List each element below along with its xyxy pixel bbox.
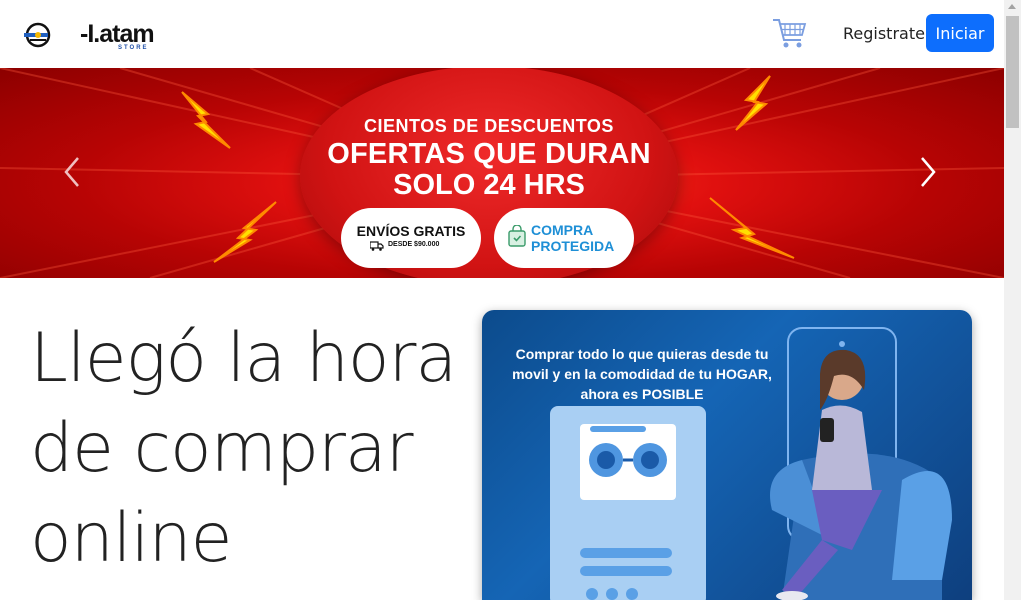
promo-caption: Comprar todo lo que quieras desde tu mov… [512,346,772,402]
register-link[interactable]: Registrate [843,24,925,43]
free-shipping-title: ENVÍOS GRATIS [356,223,466,239]
banner-headline-large-2: SOLO 24 HRS [393,169,585,201]
bolt-icon [735,75,771,131]
banner-headline-small: CIENTOS DE DESCUENTOS [300,116,678,137]
app-mockup-illustration [550,406,706,600]
cart-icon[interactable] [771,16,807,50]
chevron-right-icon[interactable] [914,154,940,190]
shopping-bag-icon [508,225,526,247]
brand-subtitle: STORE [118,45,149,51]
protected-purchase-title: COMPRA PROTEGIDA [531,222,615,254]
navbar: -I.atam STORE Registrate Iniciar [0,0,1004,68]
free-shipping-subtitle: DESDE $90.000 [388,241,498,248]
login-button[interactable]: Iniciar [926,14,994,52]
banner-line1-text: CIENTOS DE DESCUENTOS [364,116,614,136]
hero-title: Llegó la hora de comprar online [30,319,457,578]
bolt-icon [181,91,231,149]
bolt-icon [709,197,795,259]
banner-headline-large: OFERTAS QUE DURAN [327,138,651,170]
promo-carousel: CIENTOS DE DESCUENTOS OFERTAS QUE DURAN … [0,68,1004,278]
bolt-icon [213,201,277,263]
scrollbar-thumb[interactable] [1006,16,1019,128]
logo-icon [24,22,51,48]
free-shipping-sub-text: DESDE $90.000 [388,241,440,248]
brand-logo[interactable]: -I.atam STORE [22,18,162,54]
chevron-left-icon[interactable] [60,154,86,190]
truck-icon [370,241,384,251]
scroll-up-icon[interactable] [1008,4,1016,9]
